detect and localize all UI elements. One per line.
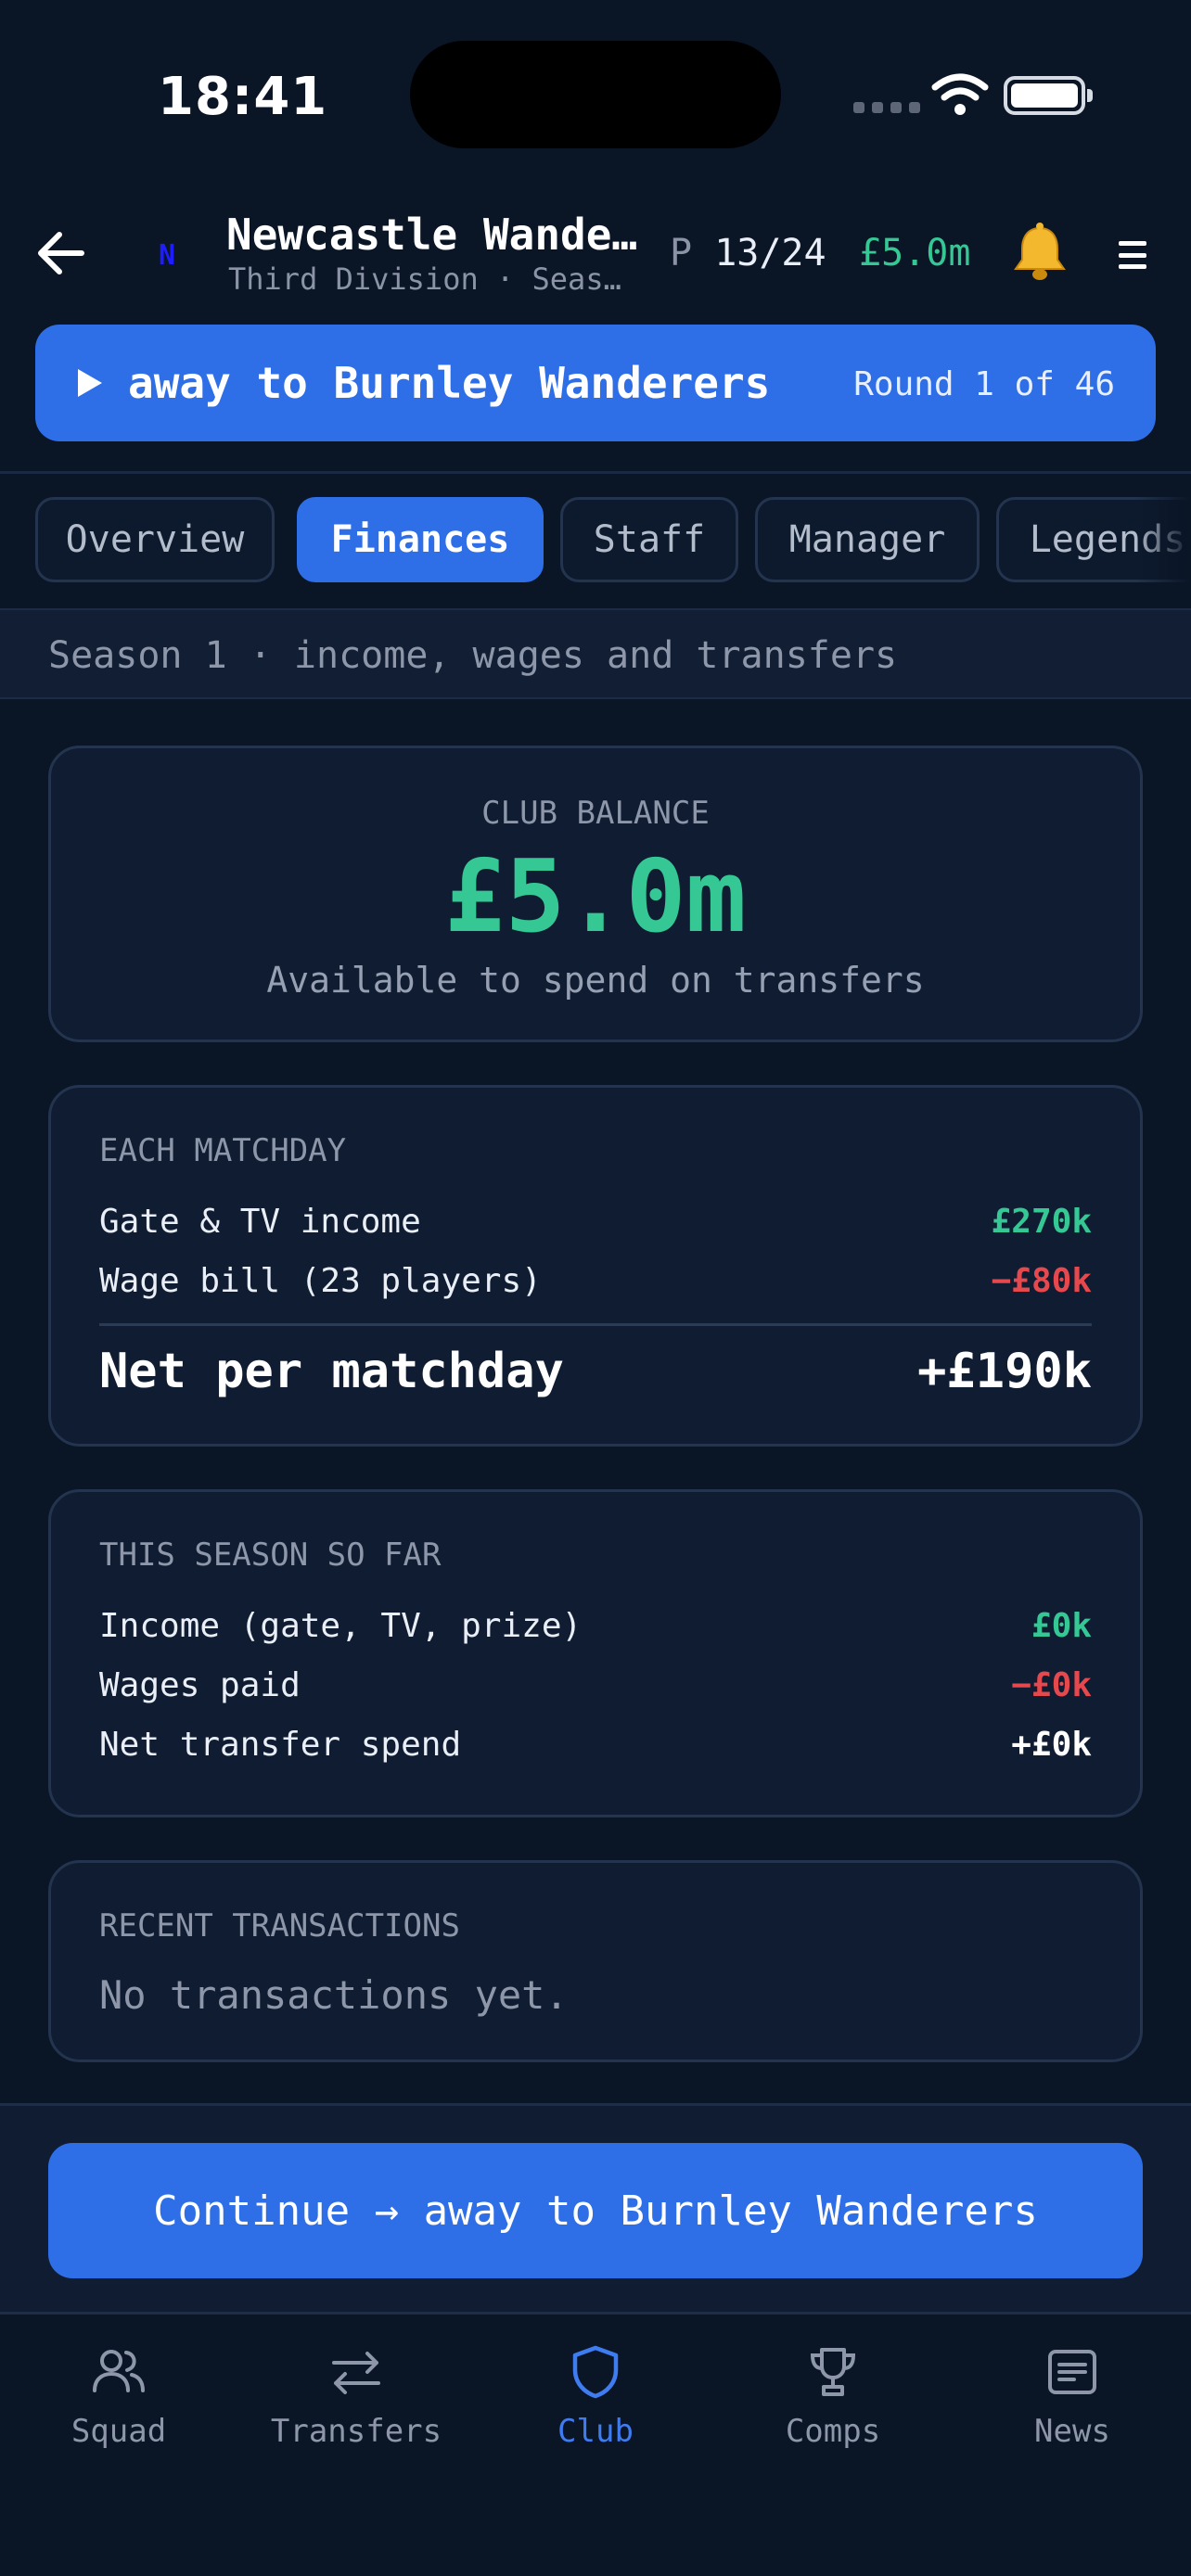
dynamic-island [410,41,781,148]
balance-label: CLUB BALANCE [481,795,710,832]
section-subheader: Season 1 · income, wages and transfers [0,608,1191,699]
row-label: Gate & TV income [99,1203,421,1241]
points-progress: P 13/24 [670,232,826,274]
nav-label: News [1034,2413,1110,2450]
nav-squad[interactable]: Squad [0,2342,237,2450]
battery-icon [1004,76,1093,115]
club-tabs: Overview Finances Staff Manager Legends [35,497,1191,584]
round-indicator: Round 1 of 46 [853,365,1115,403]
list-item: Income (gate, TV, prize) £0k [99,1607,1092,1645]
empty-state-text: No transactions yet. [99,1972,569,2018]
divider [99,1323,1092,1326]
nav-club[interactable]: Club [477,2342,714,2450]
nav-news[interactable]: News [954,2342,1191,2450]
tab-finances[interactable]: Finances [297,497,544,582]
matchday-label: EACH MATCHDAY [99,1132,347,1169]
nav-comps[interactable]: Comps [714,2342,952,2450]
season-card: THIS SEASON SO FAR Income (gate, TV, pri… [48,1489,1143,1817]
row-value: +£0k [1011,1726,1092,1764]
recent-transactions-card: RECENT TRANSACTIONS No transactions yet. [48,1860,1143,2062]
app-header: N Newcastle Wanderers Third Division · S… [0,195,1191,315]
balance-amount: £5.0m [444,839,747,955]
club-balance-card: CLUB BALANCE £5.0m Available to spend on… [48,746,1143,1042]
swap-icon [332,2352,380,2394]
recent-label: RECENT TRANSACTIONS [99,1907,460,1945]
balance-caption: Available to spend on transfers [266,960,925,1001]
users-icon [93,2350,145,2392]
row-value: £270k [991,1203,1092,1241]
next-match-label: away to Burnley Wanderers [128,358,771,408]
back-arrow-icon[interactable] [35,228,85,278]
menu-icon[interactable] [1119,241,1146,269]
list-item: Gate & TV income £270k [99,1203,1092,1241]
continue-button[interactable]: Continue → away to Burnley Wanderers [48,2143,1143,2278]
nav-label: Club [557,2413,634,2450]
matchday-card: EACH MATCHDAY Gate & TV income £270k Wag… [48,1085,1143,1447]
next-match-bar[interactable]: away to Burnley Wanderers Round 1 of 46 [35,325,1156,441]
tab-staff[interactable]: Staff [560,497,738,582]
nav-label: Transfers [270,2413,442,2450]
list-item: Net transfer spend +£0k [99,1726,1092,1764]
status-bar: 18:41 [0,0,1191,185]
net-row: Net per matchday +£190k [99,1344,1092,1399]
list-item: Wage bill (23 players) −£80k [99,1262,1092,1300]
tabs-scroll-fade [1135,491,1191,588]
bottom-nav: Squad Transfers Club Comps News [0,2316,1191,2576]
divider [0,471,1191,474]
tab-overview[interactable]: Overview [35,497,275,582]
continue-panel: Continue → away to Burnley Wanderers [0,2103,1191,2315]
tab-manager[interactable]: Manager [755,497,980,582]
points-value: 13/24 [714,232,826,274]
row-value: £0k [1031,1607,1092,1645]
status-time: 18:41 [158,67,328,127]
club-division: Third Division · Season 1 [228,261,629,297]
row-label: Wages paid [99,1666,301,1704]
list-item: Wages paid −£0k [99,1666,1092,1704]
row-label: Wage bill (23 players) [99,1262,542,1300]
finances-screen: 18:41 N Newcastle Wanderers Third Divisi… [0,0,1191,2576]
trophy-icon [810,2348,856,2396]
cellular-signal-icon [853,102,920,113]
subheader-text: Season 1 · income, wages and transfers [48,634,898,677]
net-label: Net per matchday [99,1344,564,1399]
row-value: −£80k [991,1262,1092,1300]
nav-label: Squad [70,2413,167,2450]
club-crest: N [158,239,176,272]
shield-icon [572,2345,619,2399]
newspaper-icon [1048,2350,1096,2394]
play-icon [78,369,102,397]
bell-icon[interactable] [1009,223,1070,284]
club-name: Newcastle Wanderers [226,210,640,260]
points-label: P [670,232,693,274]
row-value: −£0k [1011,1666,1092,1704]
net-value: +£190k [917,1344,1092,1399]
header-balance: £5.0m [859,232,971,274]
nav-transfers[interactable]: Transfers [237,2342,475,2450]
wifi-icon [931,73,989,115]
row-label: Net transfer spend [99,1726,462,1764]
season-label: THIS SEASON SO FAR [99,1537,442,1574]
nav-label: Comps [785,2413,881,2450]
row-label: Income (gate, TV, prize) [99,1607,583,1645]
